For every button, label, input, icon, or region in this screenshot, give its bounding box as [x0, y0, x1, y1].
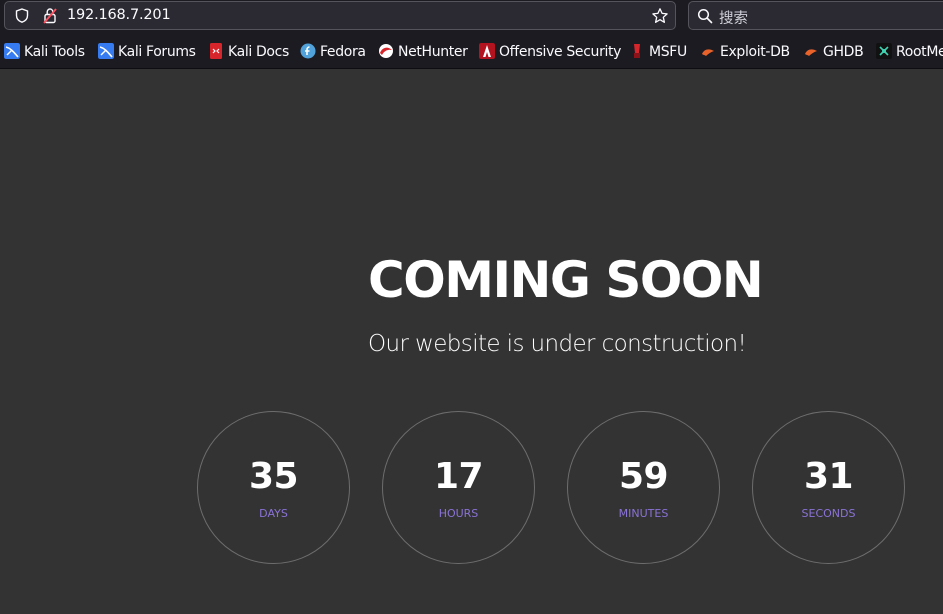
fedora-icon — [300, 43, 316, 59]
countdown-hours: 17 HOURS — [382, 411, 535, 564]
bookmark-msfu[interactable]: MSFU — [629, 42, 687, 62]
shield-icon[interactable] — [15, 8, 29, 23]
bookmarks-toolbar: Kali Tools Kali Forums Kali Docs Fedora — [0, 38, 943, 66]
msfu-icon — [634, 44, 640, 58]
bookmark-exploit-db[interactable]: Exploit-DB — [700, 42, 790, 62]
kali-docs-icon — [210, 43, 222, 59]
bookmark-ghdb[interactable]: GHDB — [803, 42, 864, 62]
bookmark-star-icon[interactable] — [651, 7, 669, 25]
nethunter-icon — [379, 44, 393, 58]
ghdb-icon — [805, 49, 817, 56]
insecure-lock-icon[interactable] — [43, 7, 57, 24]
countdown-minutes-label: MINUTES — [618, 507, 669, 520]
countdown-seconds-value: 31 — [803, 456, 854, 497]
page-content: COMING SOON Our website is under constru… — [0, 69, 943, 614]
countdown-seconds: 31 SECONDS — [752, 411, 905, 564]
bookmark-fedora[interactable]: Fedora — [300, 42, 366, 62]
countdown-days: 35 DAYS — [197, 411, 350, 564]
countdown-days-value: 35 — [248, 456, 299, 497]
bookmark-kali-docs[interactable]: Kali Docs — [208, 42, 289, 62]
countdown-minutes-value: 59 — [618, 456, 669, 497]
kali-icon — [4, 43, 20, 59]
offsec-icon — [479, 43, 495, 59]
rootme-icon — [876, 43, 892, 59]
search-bar[interactable]: 搜索 — [688, 1, 943, 30]
search-placeholder: 搜索 — [719, 11, 748, 27]
countdown-hours-label: HOURS — [438, 507, 479, 520]
page-subtitle: Our website is under construction! — [368, 331, 747, 357]
page-title: COMING SOON — [368, 251, 764, 309]
url-text[interactable]: 192.168.7.201 — [67, 7, 171, 23]
address-bar[interactable]: 192.168.7.201 — [4, 1, 676, 30]
countdown-minutes: 59 MINUTES — [567, 411, 720, 564]
bookmark-kali-tools[interactable]: Kali Tools — [4, 42, 85, 62]
exploit-db-icon — [702, 49, 714, 56]
countdown-days-label: DAYS — [259, 507, 288, 520]
countdown-hours-value: 17 — [433, 456, 484, 497]
kali-icon — [98, 43, 114, 59]
search-icon — [697, 8, 713, 24]
browser-toolbar: 192.168.7.201 搜索 Kali Tools Kali Forums — [0, 0, 943, 69]
bookmark-kali-forums[interactable]: Kali Forums — [98, 42, 196, 62]
bookmark-offensive-security[interactable]: Offensive Security — [479, 42, 621, 62]
bookmark-nethunter[interactable]: NetHunter — [378, 42, 468, 62]
bookmark-rootme[interactable]: RootMe — [876, 42, 943, 62]
countdown-seconds-label: SECONDS — [801, 507, 856, 520]
